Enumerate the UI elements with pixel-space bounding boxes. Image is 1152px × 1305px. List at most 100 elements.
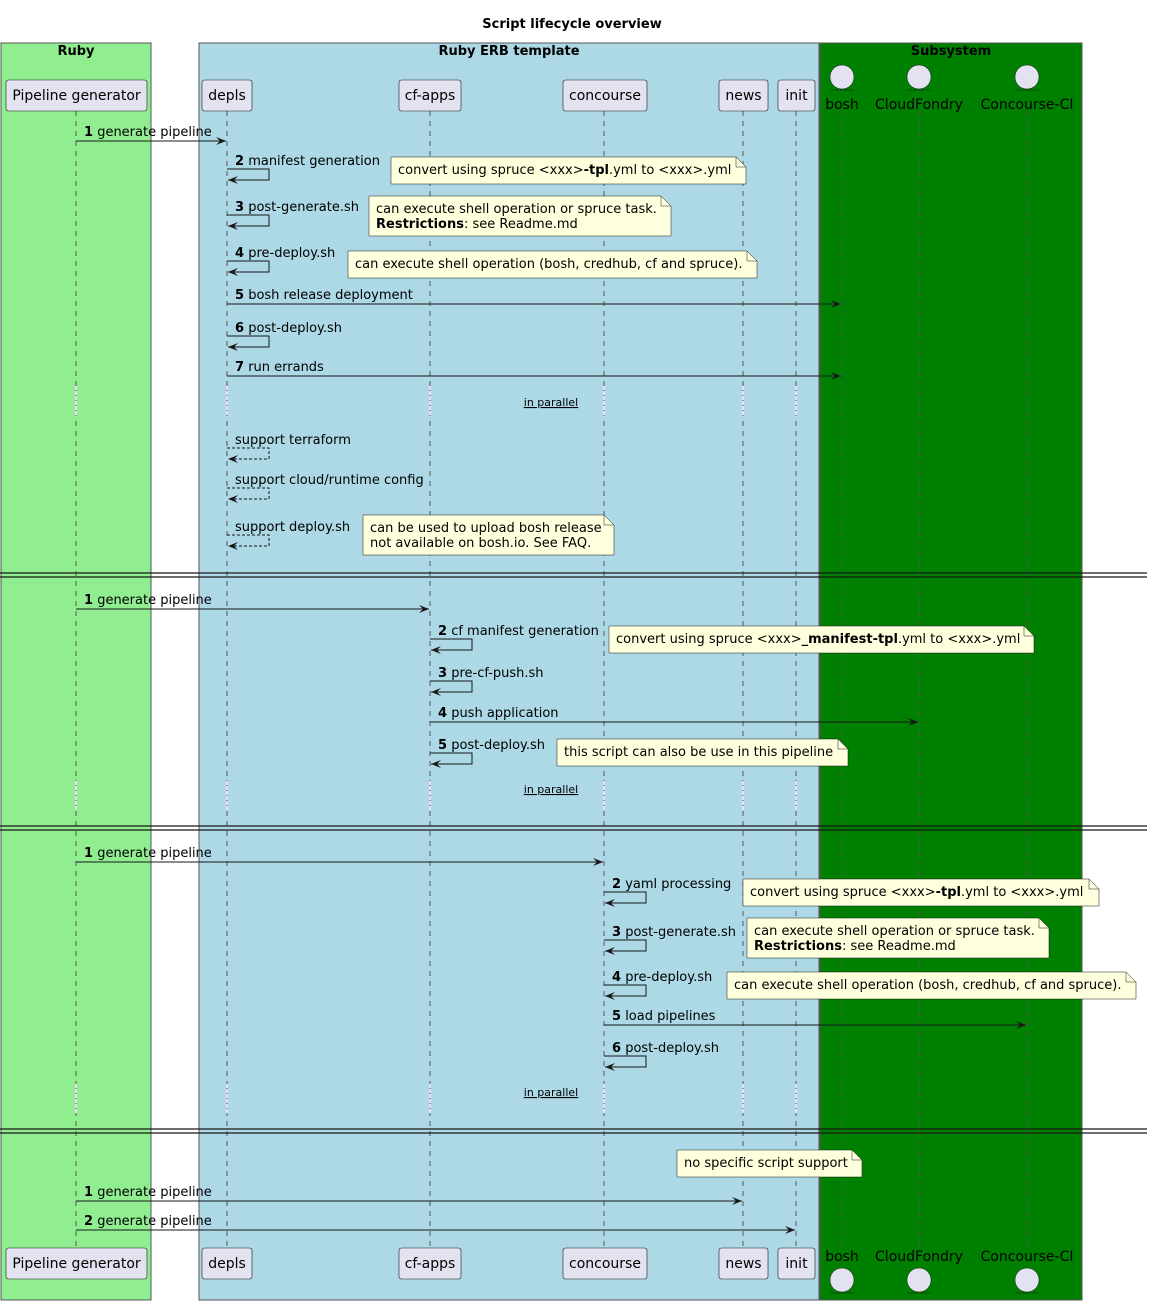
entity-label-cf: CloudFondry <box>875 97 963 113</box>
note-text-part: .yml to <xxx>.yml <box>609 163 731 178</box>
message-number: 3 <box>612 925 621 940</box>
delay-label: in parallel <box>524 1086 578 1099</box>
message-text: bosh release deployment <box>248 288 413 303</box>
note-text-part: this script can also be use in this pipe… <box>564 745 833 760</box>
message-number: 5 <box>612 1009 621 1024</box>
note-text: Restrictions: see Readme.md <box>376 217 578 232</box>
participant-label-pg: Pipeline generator <box>12 1256 141 1272</box>
diagram-title: Script lifecycle overview <box>482 17 661 32</box>
note: this script can also be use in this pipe… <box>556 738 849 767</box>
note-text-part: .yml to <xxx>.yml <box>898 632 1020 647</box>
message-label: support deploy.sh <box>235 520 350 535</box>
participant-label-concourse: concourse <box>569 1256 641 1272</box>
message-text: post-deploy.sh <box>625 1041 719 1056</box>
entity-icon-cci <box>1014 64 1040 90</box>
message-text: post-deploy.sh <box>248 321 342 336</box>
message-text: yaml processing <box>625 877 731 892</box>
message-number: 4 <box>612 970 621 985</box>
message-label: 3 post-generate.sh <box>612 925 736 940</box>
message-number: 5 <box>235 288 244 303</box>
message-label: 3 post-generate.sh <box>235 200 359 215</box>
note-text: not available on bosh.io. See FAQ. <box>370 536 591 551</box>
message-number: 2 <box>438 624 447 639</box>
message-text: run errands <box>248 360 324 375</box>
note-text-part: convert using spruce <xxx> <box>616 632 802 647</box>
message-text: generate pipeline <box>97 846 212 861</box>
message-number: 3 <box>235 200 244 215</box>
message-number: 5 <box>438 738 447 753</box>
note-text-part: not available on bosh.io. See FAQ. <box>370 536 591 551</box>
message-label: support terraform <box>235 433 351 448</box>
message-text: generate pipeline <box>97 1185 212 1200</box>
participant-label-init: init <box>785 88 808 104</box>
participant-label-news: news <box>725 88 761 104</box>
note: no specific script support <box>676 1149 863 1178</box>
message-text: generate pipeline <box>97 1214 212 1229</box>
message-text: pre-cf-push.sh <box>451 666 543 681</box>
message-number: 3 <box>438 666 447 681</box>
entity-icon-cci <box>1014 1267 1040 1293</box>
message-number: 6 <box>612 1041 621 1056</box>
note-text-part: Restrictions <box>754 939 842 954</box>
note-text: convert using spruce <xxx>-tpl.yml to <x… <box>750 885 1083 900</box>
note-text-part: : see Readme.md <box>842 939 956 954</box>
message-number: 7 <box>235 360 244 375</box>
group-box-2 <box>819 42 1083 1301</box>
message-text: post-generate.sh <box>248 200 359 215</box>
message-text: generate pipeline <box>97 593 212 608</box>
note: convert using spruce <xxx>_manifest-tpl.… <box>608 625 1035 654</box>
group-box-title: Subsystem <box>911 44 991 59</box>
group-box-title: Ruby ERB template <box>438 44 579 59</box>
message-text: support terraform <box>235 433 351 448</box>
message-label: 6 post-deploy.sh <box>235 321 342 336</box>
message-text: cf manifest generation <box>451 624 599 639</box>
note-text-part: convert using spruce <xxx> <box>398 163 584 178</box>
message-text: support cloud/runtime config <box>235 473 424 488</box>
message-label: 2 generate pipeline <box>84 1214 212 1229</box>
note-text-part: _manifest-tpl <box>802 632 898 647</box>
note-text-part: Restrictions <box>376 217 464 232</box>
note-text: this script can also be use in this pipe… <box>564 745 833 760</box>
note-text: can be used to upload bosh release <box>370 521 602 536</box>
message-number: 4 <box>438 706 447 721</box>
participant-label-news: news <box>725 1256 761 1272</box>
message-label: 2 cf manifest generation <box>438 624 599 639</box>
note-text-part: convert using spruce <xxx> <box>750 885 936 900</box>
message-text: support deploy.sh <box>235 520 350 535</box>
note-text-part: can execute shell operation or spruce ta… <box>754 924 1035 939</box>
note-text: convert using spruce <xxx>-tpl.yml to <x… <box>398 163 731 178</box>
entity-icon-cf <box>906 64 932 90</box>
note-text: Restrictions: see Readme.md <box>754 939 956 954</box>
delay-label: in parallel <box>524 396 578 409</box>
message-label: 2 manifest generation <box>235 154 380 169</box>
message-text: post-deploy.sh <box>451 738 545 753</box>
message-text: pre-deploy.sh <box>248 246 335 261</box>
note-text-part: can execute shell operation (bosh, credh… <box>734 978 1122 993</box>
note-text-part: can be used to upload bosh release <box>370 521 602 536</box>
message-label: 6 post-deploy.sh <box>612 1041 719 1056</box>
message-label: 1 generate pipeline <box>84 1185 212 1200</box>
note-text: no specific script support <box>684 1156 848 1171</box>
note: can execute shell operation or spruce ta… <box>368 195 672 237</box>
message-text: generate pipeline <box>97 125 212 140</box>
note: convert using spruce <xxx>-tpl.yml to <x… <box>390 156 747 185</box>
entity-label-bosh: bosh <box>825 97 859 113</box>
entity-label-cf: CloudFondry <box>875 1249 963 1265</box>
entity-icon-cf <box>906 1267 932 1293</box>
participant-label-depls: depls <box>208 88 246 104</box>
message-text: push application <box>451 706 558 721</box>
message-label: 1 generate pipeline <box>84 593 212 608</box>
entity-label-cci: Concourse-CI <box>981 1249 1074 1265</box>
note-text-part: -tpl <box>936 885 961 900</box>
message-label: 1 generate pipeline <box>84 125 212 140</box>
group-box-title: Ruby <box>57 44 95 59</box>
participant-label-cfapps: cf-apps <box>405 1256 456 1272</box>
participant-label-init: init <box>785 1256 808 1272</box>
message-label: support cloud/runtime config <box>235 473 424 488</box>
message-number: 1 <box>84 593 93 608</box>
note-text: convert using spruce <xxx>_manifest-tpl.… <box>616 632 1020 647</box>
note: convert using spruce <xxx>-tpl.yml to <x… <box>742 878 1100 907</box>
participant-label-depls: depls <box>208 1256 246 1272</box>
message-label: 3 pre-cf-push.sh <box>438 666 544 681</box>
note-text-part: .yml to <xxx>.yml <box>961 885 1083 900</box>
